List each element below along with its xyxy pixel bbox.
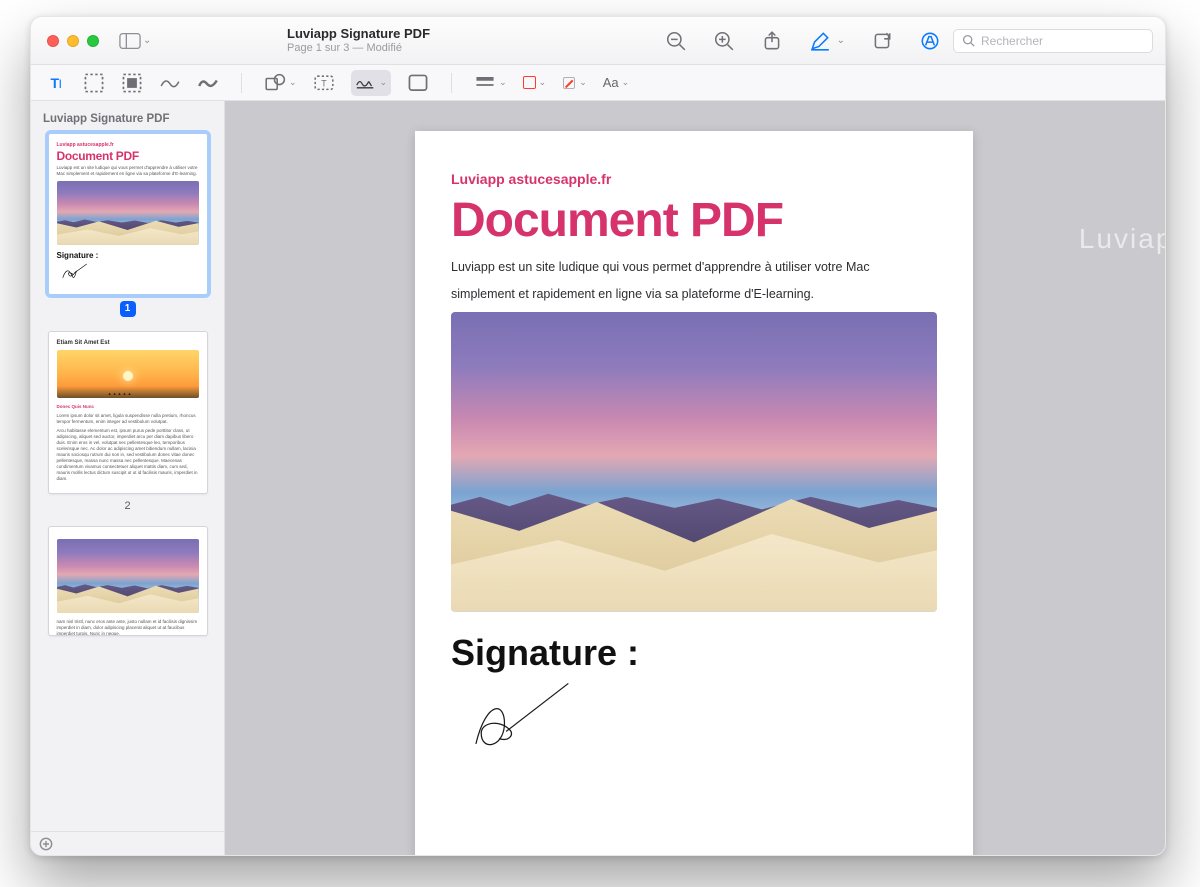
zoom-in-button[interactable] xyxy=(713,30,735,52)
sketch-tool[interactable] xyxy=(159,72,181,94)
text-style-menu[interactable]: Aa ⌄ xyxy=(603,75,629,90)
shapes-menu[interactable]: ⌄ xyxy=(264,72,297,94)
sidebar-title: Luviapp Signature PDF xyxy=(41,111,214,133)
rotate-button[interactable] xyxy=(871,30,893,52)
no-fill-icon xyxy=(562,76,576,90)
border-style-menu[interactable]: ⌄ xyxy=(474,72,507,94)
document-canvas[interactable]: Luviapp Luviapp astucesapple.fr Document… xyxy=(225,101,1165,855)
markup-button[interactable] xyxy=(809,30,831,52)
sidebar-toggle-button[interactable]: ⌄ xyxy=(119,32,151,50)
border-color-menu[interactable]: ⌄ xyxy=(523,76,547,89)
share-button[interactable] xyxy=(761,30,783,52)
page-thumbnail-1[interactable]: Luviapp astucesapple.fr Document PDF Luv… xyxy=(41,133,214,317)
draw-tool[interactable] xyxy=(197,72,219,94)
zoom-out-button[interactable] xyxy=(665,30,687,52)
page-number-badge: 1 xyxy=(120,301,136,317)
doc-heading: Document PDF xyxy=(451,193,937,248)
fill-color-menu[interactable]: ⌄ xyxy=(562,76,587,90)
doc-image-desert xyxy=(451,312,937,612)
close-button[interactable] xyxy=(47,35,59,47)
doc-subtitle: Luviapp astucesapple.fr xyxy=(451,171,937,187)
svg-text:T: T xyxy=(321,78,327,88)
search-placeholder: Rechercher xyxy=(981,34,1043,48)
fullscreen-button[interactable] xyxy=(87,35,99,47)
title-block: Luviapp Signature PDF Page 1 sur 3 — Mod… xyxy=(287,27,430,55)
signature-drawing[interactable] xyxy=(451,674,937,769)
watermark-text: Luviapp xyxy=(1079,223,1165,255)
doc-paragraph-1: Luviapp est un site ludique qui vous per… xyxy=(451,258,937,277)
chevron-down-icon: ⌄ xyxy=(499,77,507,88)
rect-selection-tool[interactable] xyxy=(83,72,105,94)
chevron-down-icon: ⌄ xyxy=(622,77,630,88)
chevron-down-icon: ⌄ xyxy=(143,35,151,46)
page-thumbnail-3[interactable]: nam nisl tristl, nunc eros ante ante, ju… xyxy=(41,526,214,636)
text-box-tool[interactable]: T xyxy=(313,72,335,94)
separator xyxy=(451,73,452,93)
minimize-button[interactable] xyxy=(67,35,79,47)
thumbnail-sidebar[interactable]: Luviapp Signature PDF Luviapp astucesapp… xyxy=(31,101,225,855)
separator xyxy=(241,73,242,93)
preview-window: ⌄ Luviapp Signature PDF Page 1 sur 3 — M… xyxy=(30,16,1166,856)
doc-paragraph-2: simplement et rapidement en ligne via sa… xyxy=(451,285,937,304)
search-field[interactable]: Rechercher xyxy=(953,29,1153,53)
chevron-down-icon: ⌄ xyxy=(380,77,388,88)
add-page-button[interactable] xyxy=(31,831,224,855)
redact-tool[interactable] xyxy=(121,72,143,94)
color-swatch-red xyxy=(523,76,536,89)
note-tool[interactable] xyxy=(407,72,429,94)
window-controls xyxy=(47,35,99,47)
highlight-button[interactable] xyxy=(919,30,941,52)
pdf-page-1[interactable]: Luviapp astucesapple.fr Document PDF Luv… xyxy=(415,131,973,855)
page-thumbnail-2[interactable]: Etiam Sit Amet Est ▲▲▲▲▲ Donec Quis Nunc… xyxy=(41,331,214,513)
titlebar: ⌄ Luviapp Signature PDF Page 1 sur 3 — M… xyxy=(31,17,1165,65)
chevron-down-icon: ⌄ xyxy=(289,77,297,88)
text-selection-tool[interactable]: T| xyxy=(45,72,67,94)
signature-label: Signature : xyxy=(451,632,937,674)
page-number: 2 xyxy=(124,500,130,512)
window-subtitle: Page 1 sur 3 — Modifié xyxy=(287,42,430,55)
window-title: Luviapp Signature PDF xyxy=(287,27,430,42)
main-toolbar: ⌄ xyxy=(665,30,941,52)
markup-toolbar: T| ⌄ T ⌄ xyxy=(31,65,1165,101)
chevron-down-icon: ⌄ xyxy=(579,77,587,88)
font-label: Aa xyxy=(603,75,619,90)
chevron-down-icon[interactable]: ⌄ xyxy=(837,35,845,46)
sign-menu[interactable]: ⌄ xyxy=(351,70,392,96)
signature-icon xyxy=(57,260,199,286)
chevron-down-icon: ⌄ xyxy=(539,77,547,88)
window-body: Luviapp Signature PDF Luviapp astucesapp… xyxy=(31,101,1165,855)
